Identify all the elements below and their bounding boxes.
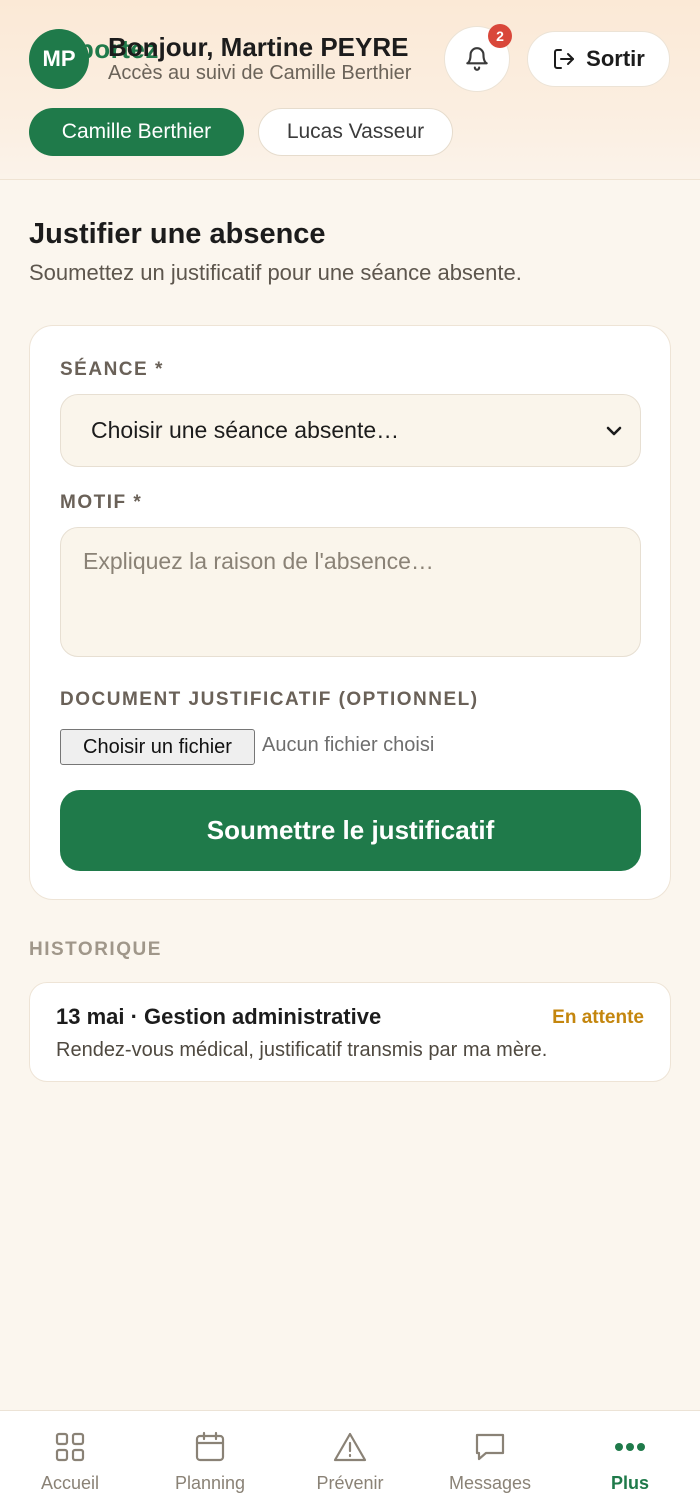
nav-label-plus: Plus [610, 1473, 649, 1493]
child-tab-lucas[interactable]: Lucas Vasseur [258, 108, 453, 156]
reason-label: MOTIF * [60, 492, 143, 513]
session-select[interactable]: Choisir une séance absente… [60, 394, 641, 467]
message-icon [475, 1433, 505, 1461]
absence-form-card: SÉANCE * Choisir une séance absente… MOT… [29, 325, 671, 900]
nav-item-prevenir[interactable]: Prévenir [280, 1411, 420, 1511]
status-badge: En attente [552, 1007, 644, 1028]
nav-label-accueil: Accueil [40, 1473, 100, 1493]
avatar[interactable]: MP [29, 29, 89, 89]
greeting-subtitle: Accès au suivi de Camille Berthier [108, 62, 412, 84]
bell-icon [466, 47, 488, 71]
logout-button[interactable]: Sortir [527, 31, 670, 87]
page-subtitle: Soumettez un justificatif pour une séanc… [29, 260, 522, 285]
choose-file-button[interactable]: Choisir un fichier [60, 729, 255, 765]
file-status-text: Aucun fichier choisi [262, 734, 435, 756]
reason-textarea[interactable]: Expliquez la raison de l'absence… [60, 527, 641, 657]
session-select-value: Choisir une séance absente… [91, 417, 400, 443]
history-item-description: Rendez-vous médical, justificatif transm… [56, 1039, 548, 1061]
nav-label-planning: Planning [174, 1473, 246, 1493]
more-icon [615, 1443, 645, 1451]
child-tab-camille[interactable]: Camille Berthier [29, 108, 244, 156]
calendar-icon [195, 1431, 225, 1462]
notification-badge: 2 [488, 24, 512, 48]
history-item[interactable]: 13 mai · Gestion administrative En atten… [29, 982, 671, 1082]
session-label: SÉANCE * [60, 359, 164, 380]
logout-icon [554, 49, 575, 69]
logout-label: Sortir [586, 46, 645, 71]
nav-item-messages[interactable]: Messages [420, 1411, 560, 1511]
grid-icon [55, 1432, 85, 1462]
nav-item-planning[interactable]: Planning [140, 1411, 280, 1511]
app-header: Sportez MP Bonjour, Martine PEYRE Accès … [0, 0, 700, 180]
document-label: DOCUMENT JUSTIFICATIF (OPTIONNEL) [60, 689, 479, 710]
nav-label-messages: Messages [448, 1473, 532, 1493]
history-title: HISTORIQUE [29, 939, 162, 960]
greeting-title: Bonjour, Martine PEYRE [108, 32, 409, 62]
nav-item-plus[interactable]: Plus [560, 1411, 700, 1511]
history-item-title: 13 mai · Gestion administrative [56, 1004, 382, 1029]
nav-label-prevenir: Prévenir [316, 1473, 384, 1493]
bottom-navigation: Accueil Planning Prévenir Messages Plus [0, 1410, 700, 1511]
warning-icon [333, 1432, 367, 1462]
page-title: Justifier une absence [29, 218, 326, 250]
nav-item-accueil[interactable]: Accueil [0, 1411, 140, 1511]
chevron-down-icon [606, 426, 622, 435]
submit-justification-button[interactable]: Soumettre le justificatif [60, 790, 641, 871]
